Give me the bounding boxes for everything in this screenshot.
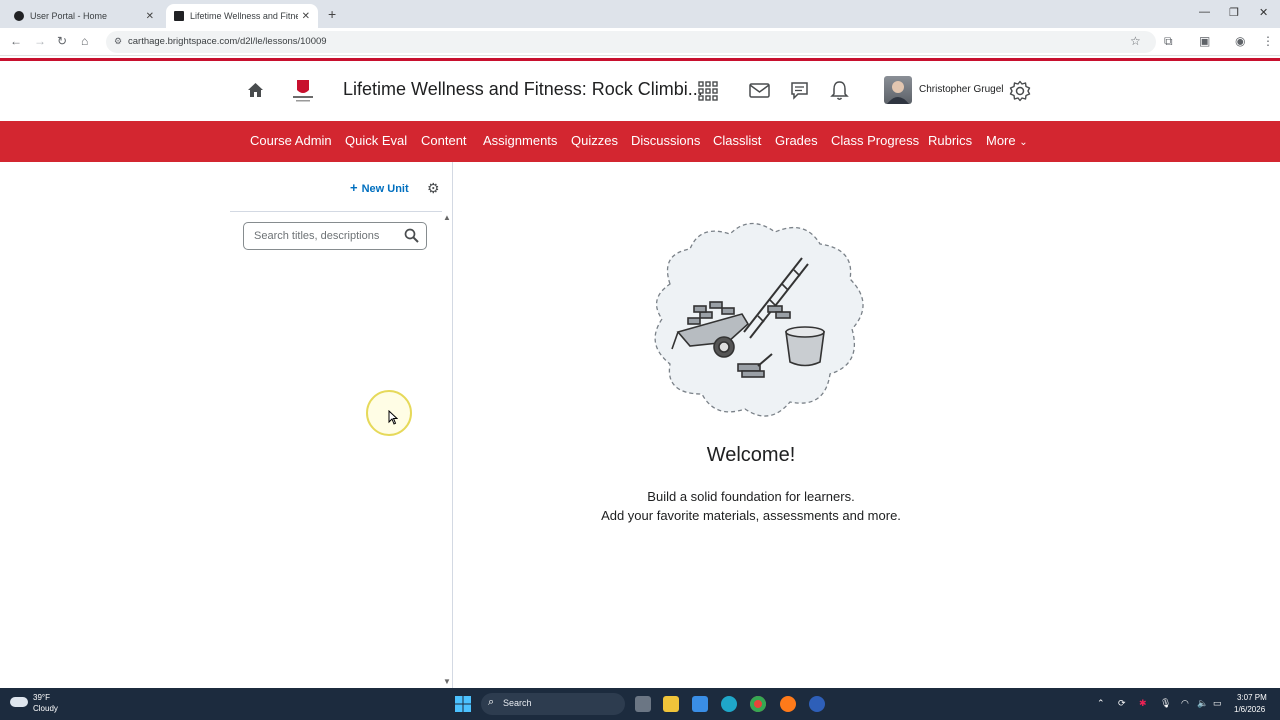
windows-start-icon[interactable] (455, 696, 471, 712)
d2l-favicon-icon (174, 11, 184, 21)
tray-chevron-icon[interactable]: ⌃ (1097, 698, 1105, 709)
store-icon[interactable] (692, 696, 708, 712)
sidebar-search (243, 222, 427, 250)
search-icon: ⌕ (488, 696, 495, 708)
task-view-icon[interactable] (635, 696, 651, 712)
search-icon[interactable] (404, 228, 419, 243)
new-unit-label: New Unit (361, 183, 409, 195)
mouse-cursor-icon (388, 410, 398, 425)
restore-icon[interactable]: ❐ (1229, 6, 1239, 19)
nav-more[interactable]: More ⌄ (986, 133, 1028, 148)
clock-date[interactable]: 1/6/2026 (1234, 705, 1265, 714)
chevron-down-icon: ⌄ (1019, 137, 1028, 148)
url-field[interactable]: ⚙ carthage.brightspace.com/d2l/le/lesson… (106, 31, 1156, 53)
profile-icon[interactable]: ◉ (1235, 34, 1245, 48)
edge-icon[interactable] (721, 696, 737, 712)
close-window-icon[interactable]: ✕ (1259, 6, 1268, 19)
chat-bubbles-icon[interactable] (789, 81, 810, 101)
home-icon[interactable] (248, 83, 263, 97)
plus-icon: + (350, 180, 358, 195)
tab-course[interactable]: Lifetime Wellness and Fitness: R ✕ (166, 4, 318, 28)
site-favicon-icon (14, 11, 24, 21)
address-bar-row: ← → ↻ ⌂ ⚙ carthage.brightspace.com/d2l/l… (0, 28, 1280, 56)
course-header: Lifetime Wellness and Fitness: Rock Clim… (0, 61, 1280, 120)
welcome-line-1: Build a solid foundation for learners. (647, 489, 855, 504)
course-title[interactable]: Lifetime Wellness and Fitness: Rock Clim… (343, 79, 703, 100)
battery-icon[interactable]: ▭ (1213, 698, 1222, 709)
tab-label: Lifetime Wellness and Fitness: R (190, 11, 298, 21)
nav-content[interactable]: Content (421, 133, 467, 148)
carthage-logo-icon (293, 80, 313, 102)
wifi-icon[interactable]: ◠ (1181, 698, 1189, 709)
tray-app-icon[interactable]: ✱ (1139, 698, 1147, 709)
welcome-line-2: Add your favorite materials, assessments… (601, 508, 901, 523)
bell-icon[interactable] (830, 80, 849, 101)
sync-icon[interactable]: ⟳ (1118, 698, 1126, 709)
scroll-down-arrow-icon[interactable]: ▼ (443, 677, 451, 686)
tab-search-icon[interactable]: ▣ (1199, 34, 1210, 48)
user-photo-icon (887, 81, 909, 104)
firefox-icon[interactable] (780, 696, 796, 712)
user-name[interactable]: Christopher Grugel (919, 84, 1003, 95)
menu-dots-icon[interactable]: ⋮ (1262, 34, 1274, 48)
nav-class-progress[interactable]: Class Progress (831, 133, 919, 148)
volume-icon[interactable]: 🔈 (1197, 698, 1208, 709)
reload-icon[interactable]: ↻ (57, 34, 67, 48)
site-info-icon[interactable]: ⚙ (114, 36, 122, 47)
tab-label: User Portal - Home (30, 11, 108, 21)
nav-grades[interactable]: Grades (775, 133, 818, 148)
microphone-icon[interactable]: 🎙 (1160, 698, 1171, 709)
nav-discussions[interactable]: Discussions (631, 133, 700, 148)
chrome-icon[interactable] (750, 696, 766, 712)
nav-rubrics[interactable]: Rubrics (928, 133, 972, 148)
welcome-title: Welcome! (706, 444, 796, 466)
taskbar-search[interactable]: ⌕ Search (481, 693, 625, 715)
tab-user-portal[interactable]: User Portal - Home ✕ (6, 4, 162, 28)
nav-classlist[interactable]: Classlist (713, 133, 761, 148)
new-unit-button[interactable]: + New Unit (350, 180, 409, 195)
home-icon[interactable]: ⌂ (81, 34, 88, 48)
windows-taskbar: 39°F Cloudy ⌕ Search ⌃ ⟳ ✱ 🎙 ◠ 🔈 ▭ 3:07 … (0, 688, 1280, 720)
mail-icon[interactable] (749, 83, 770, 98)
nav-course-admin[interactable]: Course Admin (250, 133, 332, 148)
forward-icon[interactable]: → (34, 34, 46, 48)
extensions-icon[interactable]: ⧉ (1164, 34, 1173, 49)
waffle-grid-icon[interactable] (698, 81, 718, 101)
minimize-icon[interactable]: — (1199, 6, 1210, 18)
settings-gear-icon[interactable] (1009, 80, 1031, 102)
nav-quick-eval[interactable]: Quick Eval (345, 133, 407, 148)
taskbar-search-label: Search (503, 698, 532, 708)
bookmark-star-icon[interactable]: ☆ (1130, 34, 1141, 48)
file-explorer-icon[interactable] (663, 696, 679, 712)
sidebar-settings-gear-icon[interactable]: ⚙ (427, 180, 440, 197)
search-input[interactable] (244, 223, 404, 249)
back-icon[interactable]: ← (10, 34, 22, 48)
nav-assignments[interactable]: Assignments (483, 133, 557, 148)
clock-time[interactable]: 3:07 PM (1237, 693, 1267, 702)
url-text: carthage.brightspace.com/d2l/le/lessons/… (128, 36, 327, 47)
course-navbar: Course Admin Quick Eval Content Assignme… (0, 121, 1280, 162)
construction-illustration-icon (654, 222, 864, 417)
browser-tab-bar: User Portal - Home ✕ Lifetime Wellness a… (0, 0, 1280, 28)
new-tab-icon[interactable]: + (328, 6, 336, 22)
weather-condition[interactable]: Cloudy (33, 704, 58, 713)
app-icon[interactable] (809, 696, 825, 712)
nav-more-label: More (986, 133, 1016, 148)
scroll-up-arrow-icon[interactable]: ▲ (443, 213, 451, 222)
close-tab-icon[interactable]: ✕ (302, 11, 310, 22)
weather-temperature[interactable]: 39°F (33, 693, 50, 702)
close-tab-icon[interactable]: ✕ (146, 11, 154, 22)
sidebar-divider (230, 211, 442, 212)
avatar[interactable] (884, 76, 912, 104)
cloud-weather-icon (10, 697, 28, 707)
nav-quizzes[interactable]: Quizzes (571, 133, 618, 148)
